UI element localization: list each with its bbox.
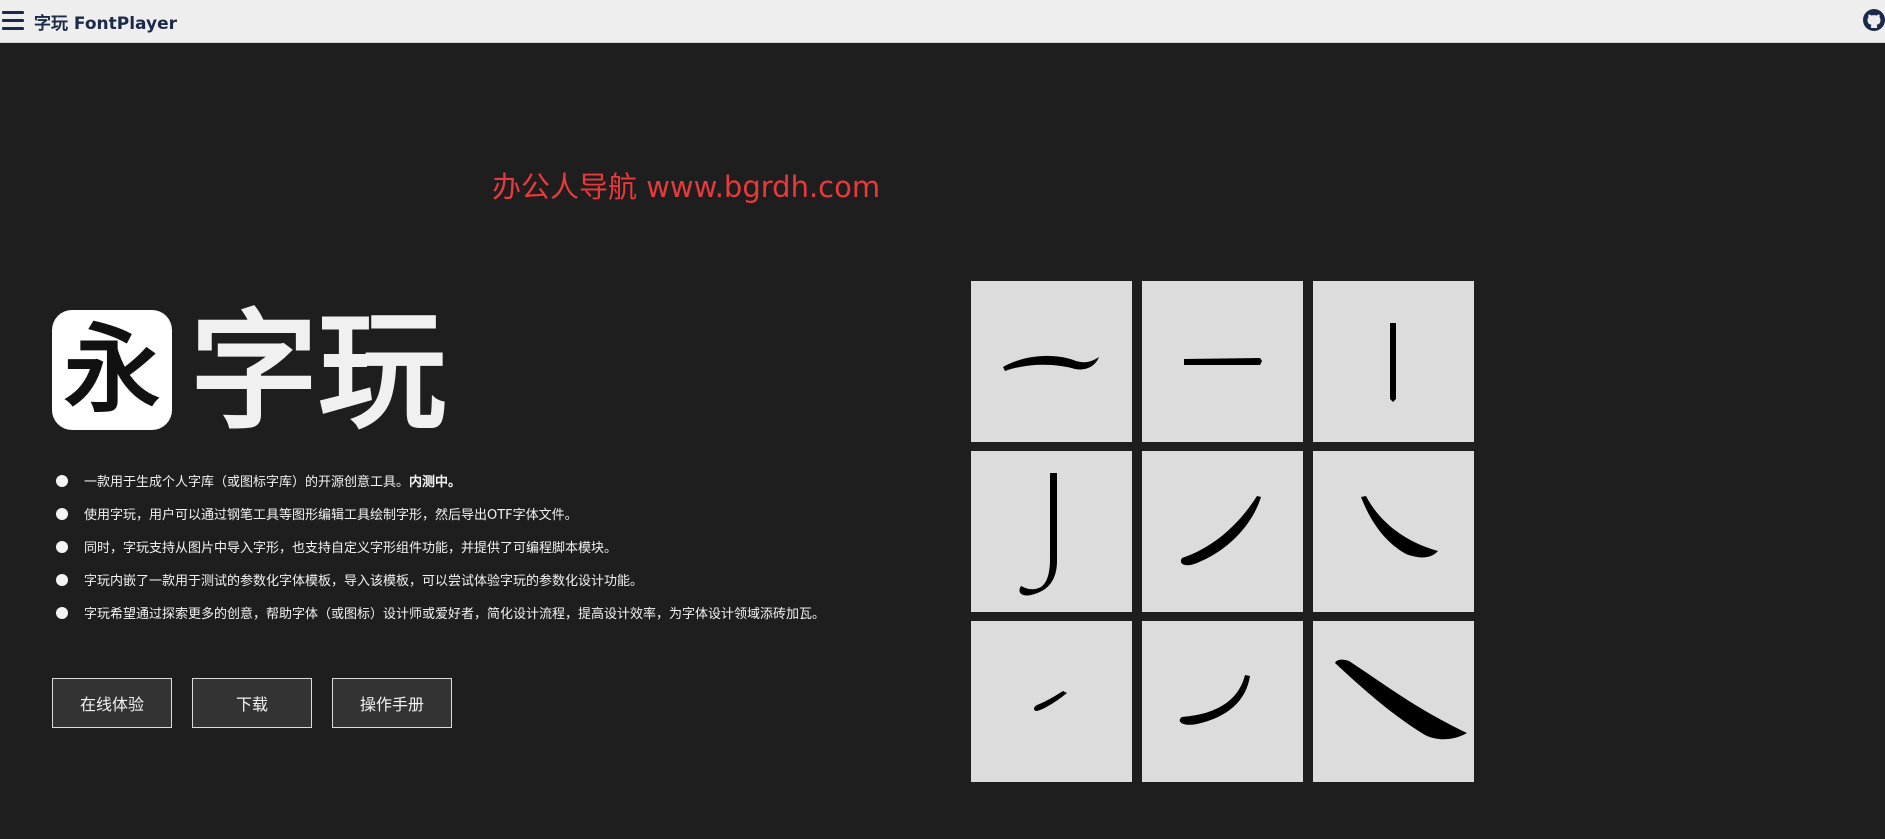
bullet-icon (56, 507, 68, 520)
stroke-tile[interactable] (1313, 451, 1474, 612)
feature-text: 同时，字玩支持从图片中导入字形，也支持自定义字形组件功能，并提供了可编程脚本模块… (84, 541, 618, 556)
bullet-icon (56, 573, 68, 586)
na-long-stroke-icon (1335, 659, 1467, 740)
github-icon[interactable] (1862, 8, 1885, 32)
feature-list: 一款用于生成个人字库（或图标字库）的开源创意工具。内测中。 使用字玩，用户可以通… (56, 464, 825, 629)
feature-status: 内测中。 (409, 475, 462, 490)
hero-section: 办公人导航 www.bgrdh.com 永 字玩 一款用于生成个人字库（或图标字… (0, 44, 1885, 839)
stroke-tile[interactable] (1142, 621, 1303, 782)
stroke-tile[interactable] (971, 621, 1132, 782)
feature-text: 一款用于生成个人字库（或图标字库）的开源创意工具。 (84, 475, 410, 490)
feature-text: 字玩内嵌了一款用于测试的参数化字体模板，导入该模板，可以尝试体验字玩的参数化设计… (84, 574, 644, 589)
hamburger-menu-icon[interactable] (2, 11, 24, 31)
feature-text: 字玩希望通过探索更多的创意，帮助字体（或图标）设计师或爱好者，简化设计流程，提高… (84, 607, 826, 622)
shu-stroke-icon (1390, 323, 1396, 402)
app-title: 字玩 FontPlayer (34, 14, 177, 34)
heng-curved-stroke-icon (1003, 355, 1099, 371)
promo-banner[interactable]: 办公人导航 www.bgrdh.com (492, 164, 880, 206)
pie-curved-stroke-icon (1179, 675, 1250, 725)
stroke-tile[interactable] (1142, 281, 1303, 442)
top-bar: 字玩 FontPlayer (0, 0, 1885, 43)
stroke-tile[interactable] (1142, 451, 1303, 612)
na-stroke-icon (1361, 496, 1438, 558)
heng-stroke-icon (1184, 358, 1262, 365)
feature-item: 字玩希望通过探索更多的创意，帮助字体（或图标）设计师或爱好者，简化设计流程，提高… (56, 596, 825, 629)
feature-text: 使用字玩，用户可以通过钢笔工具等图形编辑工具绘制字形，然后导出OTF字体文件。 (84, 508, 578, 523)
logo-glyph: 永 (64, 313, 160, 426)
try-online-button[interactable]: 在线体验 (52, 678, 172, 728)
feature-item: 一款用于生成个人字库（或图标字库）的开源创意工具。内测中。 (56, 464, 825, 497)
pie-stroke-icon (1180, 496, 1261, 566)
feature-item: 同时，字玩支持从图片中导入字形，也支持自定义字形组件功能，并提供了可编程脚本模块… (56, 530, 825, 563)
stroke-tile[interactable] (1313, 281, 1474, 442)
bullet-icon (56, 474, 68, 487)
brand-name: 字玩 (190, 298, 447, 447)
stroke-tile[interactable] (971, 281, 1132, 442)
dian-stroke-icon (1034, 691, 1067, 711)
feature-item: 字玩内嵌了一款用于测试的参数化字体模板，导入该模板，可以尝试体验字玩的参数化设计… (56, 563, 825, 596)
stroke-tile[interactable] (1313, 621, 1474, 782)
feature-item: 使用字玩，用户可以通过钢笔工具等图形编辑工具绘制字形，然后导出OTF字体文件。 (56, 497, 825, 530)
manual-button[interactable]: 操作手册 (332, 678, 452, 728)
bullet-icon (56, 606, 68, 619)
app-logo: 永 (52, 310, 172, 430)
shu-gou-stroke-icon (1019, 473, 1057, 596)
stroke-grid (971, 281, 1474, 782)
download-button[interactable]: 下载 (192, 678, 312, 728)
stroke-tile[interactable] (971, 451, 1132, 612)
bullet-icon (56, 540, 68, 553)
